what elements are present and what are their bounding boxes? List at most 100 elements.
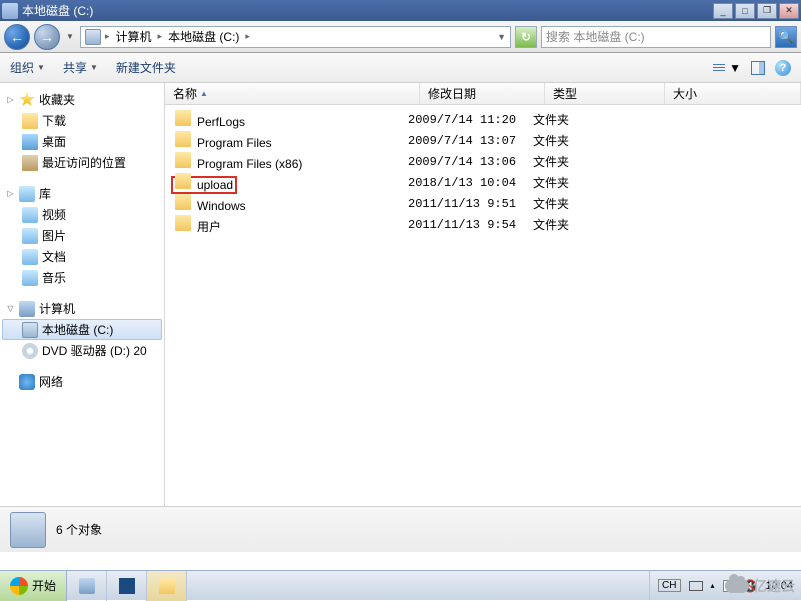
- tree-label: 音乐: [42, 269, 66, 286]
- preview-pane-button[interactable]: [751, 61, 765, 75]
- tree-drive-c[interactable]: 本地磁盘 (C:): [2, 319, 162, 340]
- tree-pictures[interactable]: 图片: [2, 225, 162, 246]
- column-size[interactable]: 大小: [665, 83, 801, 104]
- windows-logo-icon: [10, 577, 28, 595]
- documents-icon: [22, 249, 38, 265]
- drive-icon: [2, 3, 18, 19]
- expand-icon: ▽: [6, 304, 15, 313]
- file-name: Program Files (x86): [197, 157, 302, 171]
- chevron-down-icon: ▼: [37, 63, 45, 72]
- column-type[interactable]: 类型: [545, 83, 665, 104]
- pictures-icon: [22, 228, 38, 244]
- file-type: 文件夹: [533, 153, 653, 170]
- server-icon: [79, 578, 95, 594]
- column-headers: 名称▲ 修改日期 类型 大小: [165, 83, 801, 105]
- watermark: 亿速云: [725, 576, 795, 596]
- search-button[interactable]: 🔍: [775, 26, 797, 48]
- explorer-icon: [159, 578, 175, 594]
- title-bar: 本地磁盘 (C:) _ □ ❐ ✕: [0, 0, 801, 21]
- drive-icon: [85, 29, 101, 45]
- taskbar-pin-powershell[interactable]: [107, 571, 147, 601]
- file-list: 名称▲ 修改日期 类型 大小 PerfLogs2009/7/14 11:20文件…: [165, 83, 801, 506]
- column-name[interactable]: 名称▲: [165, 83, 420, 104]
- tree-favorites[interactable]: ▷收藏夹: [2, 89, 162, 110]
- powershell-icon: [119, 578, 135, 594]
- tree-music[interactable]: 音乐: [2, 267, 162, 288]
- language-indicator[interactable]: CH: [658, 579, 680, 592]
- file-row[interactable]: Program Files2009/7/14 13:07文件夹: [165, 130, 801, 151]
- refresh-button[interactable]: ↻: [515, 26, 537, 48]
- column-date[interactable]: 修改日期: [420, 83, 545, 104]
- tree-label: DVD 驱动器 (D:) 20: [42, 342, 147, 359]
- breadcrumb-drive-c[interactable]: 本地磁盘 (C:): [166, 27, 241, 46]
- maximize-button[interactable]: □: [735, 3, 755, 19]
- star-icon: [19, 92, 35, 108]
- separator-icon: ▸: [245, 31, 250, 42]
- computer-icon: [19, 301, 35, 317]
- tray-expand-icon[interactable]: ▴: [711, 581, 715, 590]
- restore-button[interactable]: ❐: [757, 3, 777, 19]
- tree-desktop[interactable]: 桌面: [2, 131, 162, 152]
- help-button[interactable]: ?: [775, 60, 791, 76]
- file-row[interactable]: upload2018/1/13 10:04文件夹: [165, 172, 801, 193]
- file-row[interactable]: Windows2011/11/13 9:51文件夹: [165, 193, 801, 214]
- folder-icon: [175, 194, 191, 210]
- file-row[interactable]: Program Files (x86)2009/7/14 13:06文件夹: [165, 151, 801, 172]
- desktop-icon: [22, 134, 38, 150]
- folder-icon: [175, 173, 191, 189]
- folder-icon: [175, 152, 191, 168]
- file-row[interactable]: PerfLogs2009/7/14 11:20文件夹: [165, 109, 801, 130]
- taskbar-pin-server[interactable]: [67, 571, 107, 601]
- tree-network[interactable]: 网络: [2, 371, 162, 392]
- address-dropdown-icon[interactable]: ▼: [497, 32, 506, 42]
- file-type: 文件夹: [533, 216, 653, 233]
- navigation-tree: ▷收藏夹 下载 桌面 最近访问的位置 ▷库 视频 图片 文档 音乐 ▽计算机 本…: [0, 83, 165, 506]
- file-date: 2018/1/13 10:04: [408, 176, 533, 190]
- file-type: 文件夹: [533, 132, 653, 149]
- tree-label: 下载: [42, 112, 66, 129]
- minimize-button[interactable]: _: [713, 3, 733, 19]
- tree-videos[interactable]: 视频: [2, 204, 162, 225]
- close-button[interactable]: ✕: [779, 3, 799, 19]
- keyboard-icon[interactable]: [689, 581, 703, 591]
- view-mode-button[interactable]: ▼: [713, 61, 741, 75]
- nav-bar: ← → ▼ ▸ 计算机 ▸ 本地磁盘 (C:) ▸ ▼ ↻ 搜索 本地磁盘 (C…: [0, 21, 801, 53]
- tree-documents[interactable]: 文档: [2, 246, 162, 267]
- start-button[interactable]: 开始: [0, 571, 67, 601]
- search-input[interactable]: 搜索 本地磁盘 (C:): [541, 26, 771, 48]
- file-row[interactable]: 用户2011/11/13 9:54文件夹: [165, 214, 801, 235]
- file-name: 用户: [197, 220, 221, 234]
- music-icon: [22, 270, 38, 286]
- sort-asc-icon: ▲: [200, 89, 208, 98]
- item-count: 6 个对象: [56, 521, 102, 538]
- file-rows: PerfLogs2009/7/14 11:20文件夹Program Files2…: [165, 105, 801, 239]
- tree-label: 最近访问的位置: [42, 154, 126, 171]
- tree-computer[interactable]: ▽计算机: [2, 298, 162, 319]
- breadcrumb-computer[interactable]: 计算机: [114, 27, 154, 46]
- new-folder-button[interactable]: 新建文件夹: [116, 59, 176, 76]
- folder-icon: [22, 113, 38, 129]
- file-type: 文件夹: [533, 174, 653, 191]
- tree-downloads[interactable]: 下载: [2, 110, 162, 131]
- separator-icon: ▸: [105, 31, 110, 42]
- tree-dvd[interactable]: DVD 驱动器 (D:) 20: [2, 340, 162, 361]
- forward-button[interactable]: →: [34, 24, 60, 50]
- history-dropdown[interactable]: ▼: [64, 26, 76, 48]
- chevron-down-icon: ▼: [90, 63, 98, 72]
- file-date: 2009/7/14 13:07: [408, 134, 533, 148]
- cloud-icon: [725, 579, 749, 593]
- back-button[interactable]: ←: [4, 24, 30, 50]
- drive-icon: [22, 322, 38, 338]
- details-pane: 6 个对象: [0, 506, 801, 552]
- expand-icon: ▷: [6, 95, 15, 104]
- taskbar-explorer[interactable]: [147, 571, 187, 601]
- tree-label: 本地磁盘 (C:): [42, 321, 113, 338]
- main-area: ▷收藏夹 下载 桌面 最近访问的位置 ▷库 视频 图片 文档 音乐 ▽计算机 本…: [0, 83, 801, 506]
- tree-libraries[interactable]: ▷库: [2, 183, 162, 204]
- address-bar[interactable]: ▸ 计算机 ▸ 本地磁盘 (C:) ▸ ▼: [80, 26, 511, 48]
- organize-menu[interactable]: 组织▼: [10, 59, 45, 76]
- tree-recent[interactable]: 最近访问的位置: [2, 152, 162, 173]
- file-type: 文件夹: [533, 111, 653, 128]
- share-menu[interactable]: 共享▼: [63, 59, 98, 76]
- tree-label: 图片: [42, 227, 66, 244]
